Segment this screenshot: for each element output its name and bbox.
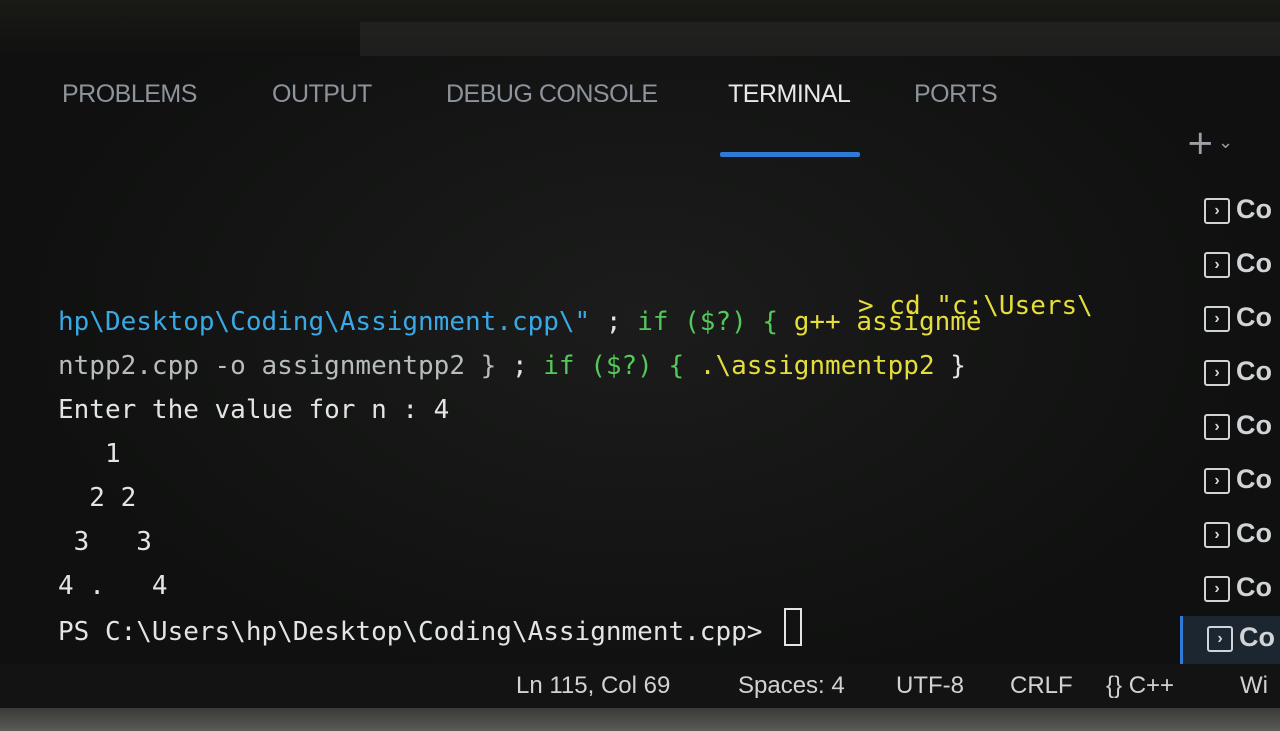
compile-args: ntpp2.cpp -o assignmentpp2 } [58, 351, 497, 381]
tab-output[interactable]: OUTPUT [272, 80, 372, 109]
terminal-icon: › [1204, 414, 1230, 440]
status-indentation[interactable]: Spaces: 4 [738, 672, 845, 700]
terminal-instance[interactable]: › Co [1180, 566, 1280, 616]
close-brace: } [934, 351, 966, 381]
plus-icon[interactable]: + [1186, 124, 1215, 162]
terminal-icon: › [1204, 360, 1230, 386]
status-encoding[interactable]: UTF-8 [896, 672, 964, 700]
shell-prompt: PS C:\Users\hp\Desktop\Coding\Assignment… [58, 617, 779, 647]
tab-ports[interactable]: PORTS [914, 80, 998, 109]
cd-path: hp\Desktop\Coding\Assignment.cpp\" [58, 307, 591, 337]
terminal-instance[interactable]: › Co [1180, 296, 1280, 346]
tab-problems[interactable]: PROBLEMS [62, 80, 197, 109]
program-output-line: 2 2 [58, 483, 137, 513]
status-cursor-position[interactable]: Ln 115, Col 69 [516, 672, 670, 700]
if-clause: if ($?) { [637, 307, 779, 337]
chevron-down-icon[interactable]: ⌄ [1218, 124, 1233, 162]
terminal-icon: › [1204, 522, 1230, 548]
terminal-line-compile: ntpp2.cpp -o assignmentpp2 } ; if ($?) {… [58, 344, 966, 388]
terminal-instance[interactable]: › Co [1180, 512, 1280, 562]
program-output-line: 3 3 [58, 527, 152, 557]
tab-terminal[interactable]: TERMINAL [728, 80, 851, 109]
terminal-instance-list: › Co › Co › Co › Co › Co › Co › Co › Co › Co [1180, 188, 1280, 668]
terminal-cursor [784, 608, 803, 646]
terminal-prompt-line: PS C:\Users\hp\Desktop\Coding\Assignment… [58, 608, 803, 652]
terminal-output[interactable]: > cd "c:\Users\ hp\Desktop\Coding\Assign… [58, 284, 1148, 674]
if-clause: if ($?) { [543, 351, 685, 381]
terminal-instance[interactable]: › Co [1180, 404, 1280, 454]
separator: ; [590, 307, 638, 337]
terminal-icon: › [1204, 306, 1230, 332]
terminal-instance[interactable]: › Co [1180, 458, 1280, 508]
terminal-instance[interactable]: › Co [1180, 242, 1280, 292]
tab-debug-console[interactable]: DEBUG CONSOLE [446, 80, 658, 109]
terminal-line-path: hp\Desktop\Coding\Assignment.cpp\" ; if … [58, 300, 982, 344]
status-bar: Ln 115, Col 69 Spaces: 4 UTF-8 CRLF {} C… [0, 664, 1280, 710]
terminal-instance-active[interactable]: › Co [1180, 616, 1280, 666]
terminal-instance[interactable]: › Co [1180, 350, 1280, 400]
editor-tab-strip [360, 22, 1280, 60]
terminal-icon: › [1204, 252, 1230, 278]
terminal-instance[interactable]: › Co [1180, 188, 1280, 238]
run-command: .\assignmentpp2 [684, 351, 935, 381]
status-language[interactable]: {} C++ [1106, 672, 1174, 700]
program-output-line: 4 . 4 [58, 571, 168, 601]
program-output-line: Enter the value for n : 4 [58, 395, 450, 425]
terminal-icon: › [1207, 626, 1233, 652]
status-eol[interactable]: CRLF [1010, 672, 1073, 700]
panel-actions: + ⌄ [1186, 124, 1280, 164]
separator: ; [496, 351, 544, 381]
terminal-icon: › [1204, 576, 1230, 602]
program-output-line: 1 [58, 439, 121, 469]
panel-tabs: PROBLEMS OUTPUT DEBUG CONSOLE TERMINAL P… [0, 68, 1180, 158]
status-extra[interactable]: Wi [1240, 672, 1268, 700]
terminal-icon: › [1204, 198, 1230, 224]
bottom-bezel [0, 708, 1280, 731]
active-tab-indicator [720, 152, 860, 157]
terminal-icon: › [1204, 468, 1230, 494]
compile-command: g++ assignme [778, 307, 982, 337]
